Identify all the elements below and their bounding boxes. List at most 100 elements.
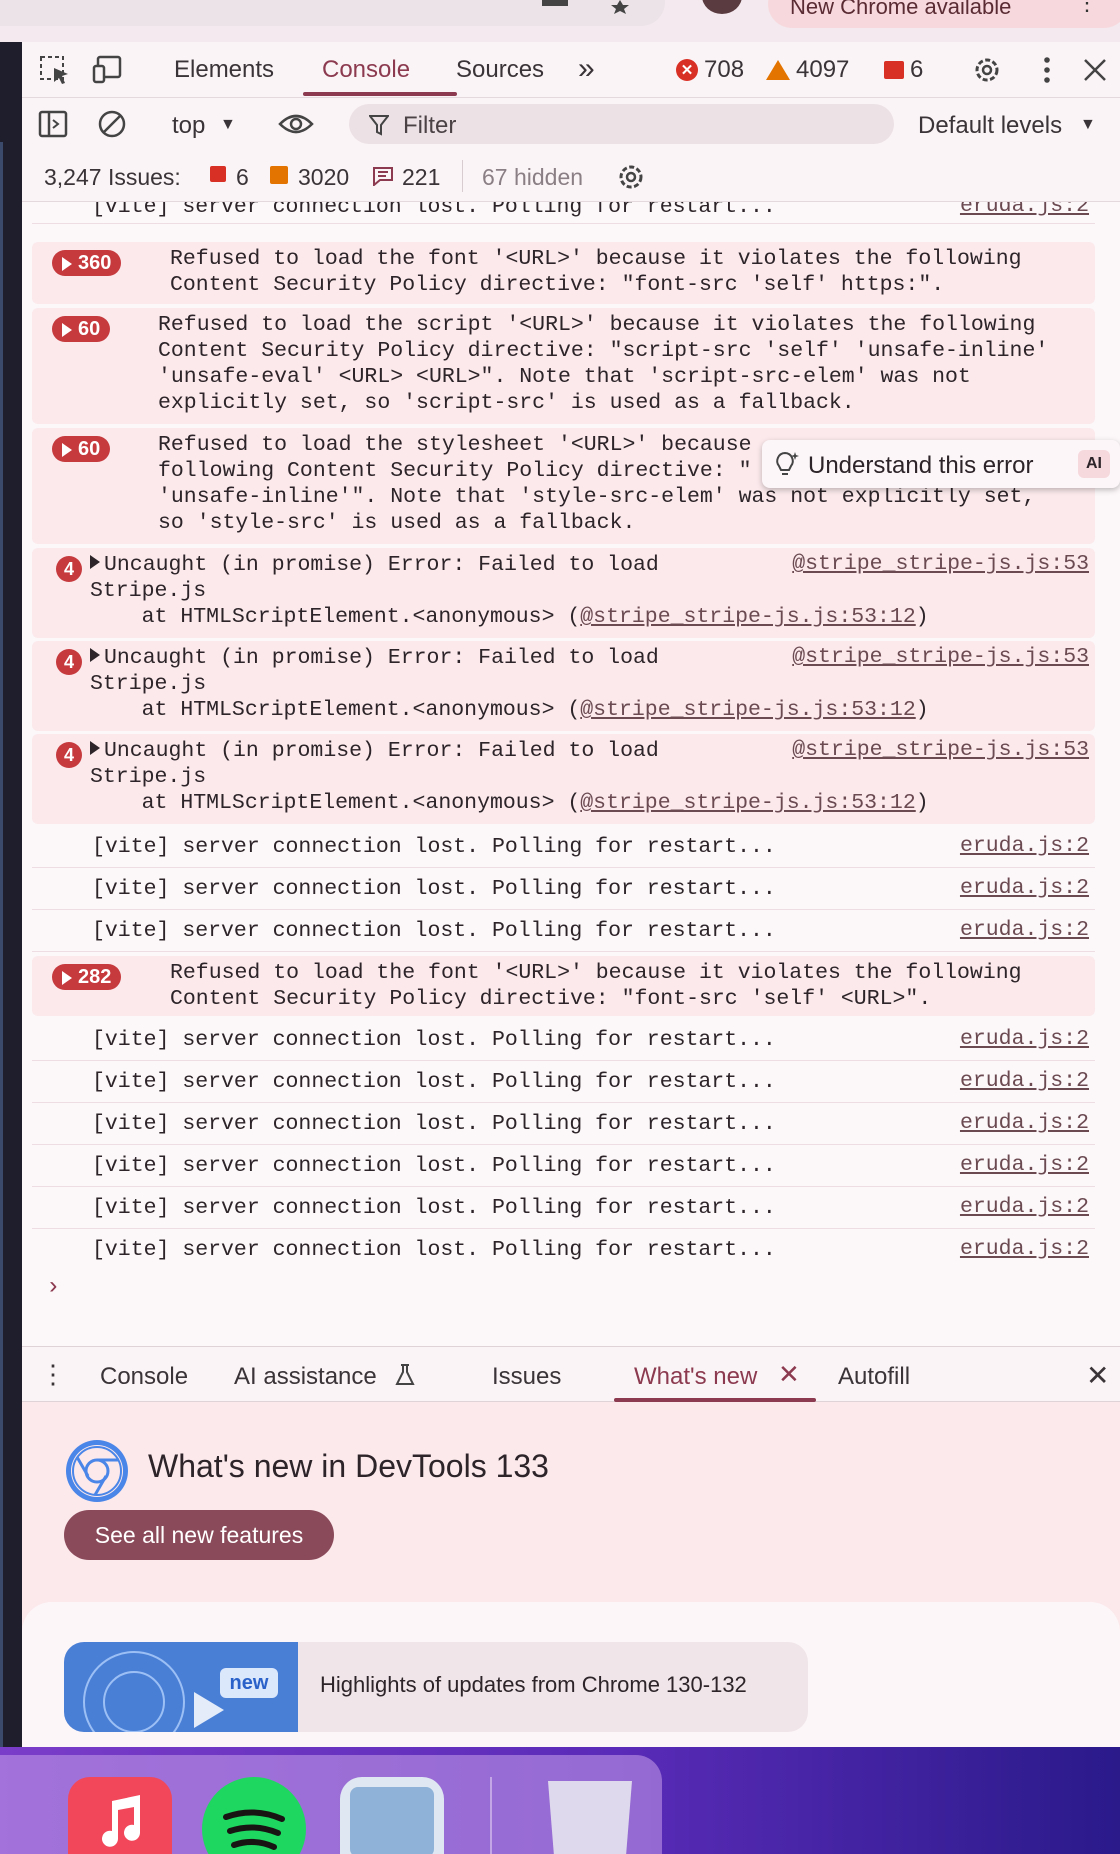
log-source-link[interactable]: eruda.js:2 — [960, 1153, 1089, 1177]
stack-trace-link[interactable]: @stripe_stripe-js.js:53:12 — [580, 605, 915, 629]
profile-avatar[interactable] — [702, 0, 742, 14]
error-message-line[interactable]: Uncaught (in promise) Error: Failed to l… — [90, 645, 659, 672]
log-row[interactable]: [vite] server connection lost. Polling f… — [32, 1103, 1095, 1145]
log-source-link[interactable]: @stripe_stripe-js.js:53 — [792, 552, 1089, 576]
tab-elements[interactable]: Elements — [174, 56, 274, 84]
log-row[interactable]: [vite] server connection lost. Polling f… — [32, 202, 1095, 224]
close-tab-icon[interactable]: ✕ — [778, 1359, 800, 1390]
levels-dropdown-icon[interactable]: ▼ — [1080, 116, 1096, 134]
log-message: [vite] server connection lost. Polling f… — [92, 919, 776, 943]
whats-new-panel: What's new in DevTools 133 See all new f… — [22, 1402, 1120, 1747]
error-message-line[interactable]: Uncaught (in promise) Error: Failed to l… — [90, 552, 659, 579]
expand-triangle-icon[interactable] — [90, 741, 100, 755]
menu-dots-icon[interactable]: ⋮ — [1076, 0, 1098, 16]
close-drawer-icon[interactable]: ✕ — [1086, 1359, 1109, 1392]
expand-triangle-icon[interactable] — [90, 555, 100, 569]
trash-icon[interactable] — [540, 1777, 644, 1854]
log-row[interactable]: [vite] server connection lost. Polling f… — [32, 1061, 1095, 1103]
log-row[interactable]: [vite] server connection lost. Polling f… — [32, 826, 1095, 868]
log-row[interactable]: [vite] server connection lost. Polling f… — [32, 1229, 1095, 1271]
log-source-link[interactable]: @stripe_stripe-js.js:53 — [792, 738, 1089, 762]
clear-console-icon[interactable] — [96, 108, 128, 140]
new-tag: new — [220, 1668, 278, 1698]
live-expression-eye-icon[interactable] — [278, 110, 314, 138]
log-levels-select[interactable]: Default levels — [918, 112, 1062, 140]
repeat-count-badge[interactable]: 60 — [52, 436, 111, 462]
error-message-line: Refused to load the script '<URL>' becau… — [158, 313, 1036, 337]
warning-counter[interactable]: 4097 — [766, 56, 849, 84]
update-chrome-pill[interactable]: New Chrome available ⋮ — [768, 0, 1120, 28]
error-counter[interactable]: ✕ 708 — [676, 56, 744, 84]
log-source-link[interactable]: eruda.js:2 — [960, 1069, 1089, 1093]
log-row[interactable]: [vite] server connection lost. Polling f… — [32, 910, 1095, 952]
error-row[interactable]: 4 Uncaught (in promise) Error: Failed to… — [32, 734, 1095, 824]
drawer-tab-autofill[interactable]: Autofill — [838, 1363, 910, 1391]
filter-input[interactable]: Filter — [349, 104, 894, 144]
log-source-link[interactable]: eruda.js:2 — [960, 202, 1089, 218]
error-row[interactable]: 360 Refused to load the font '<URL>' bec… — [32, 242, 1095, 304]
log-row[interactable]: [vite] server connection lost. Polling f… — [32, 1145, 1095, 1187]
understand-error-tooltip[interactable]: Understand this error AI — [762, 440, 1120, 488]
issue-info-icon — [373, 167, 393, 186]
sidebar-toggle-icon[interactable] — [38, 110, 68, 138]
drawer-tab-issues[interactable]: Issues — [492, 1363, 561, 1391]
error-message-line: Refused to load the font '<URL>' because… — [170, 961, 1022, 985]
drawer-tab-whats-new[interactable]: What's new — [634, 1363, 757, 1391]
error-row[interactable]: 4 Uncaught (in promise) Error: Failed to… — [32, 641, 1095, 731]
drawer-tab-ai-assistance[interactable]: AI assistance — [234, 1363, 377, 1391]
more-options-icon[interactable] — [1030, 54, 1064, 86]
drawer-menu-icon[interactable]: ⋮ — [40, 1359, 66, 1390]
log-source-link[interactable]: eruda.js:2 — [960, 1195, 1089, 1219]
error-row[interactable]: 282 Refused to load the font '<URL>' bec… — [32, 956, 1095, 1016]
preview-app-icon[interactable] — [340, 1777, 444, 1854]
repeat-count-badge[interactable]: 360 — [52, 250, 122, 276]
log-row[interactable]: [vite] server connection lost. Polling f… — [32, 1019, 1095, 1061]
log-source-link[interactable]: eruda.js:2 — [960, 1111, 1089, 1135]
log-source-link[interactable]: eruda.js:2 — [960, 876, 1089, 900]
music-app-icon[interactable] — [68, 1777, 172, 1854]
cast-icon[interactable] — [540, 0, 570, 14]
log-source-link[interactable]: eruda.js:2 — [960, 834, 1089, 858]
log-row[interactable]: [vite] server connection lost. Polling f… — [32, 1187, 1095, 1229]
issue-icon — [884, 61, 904, 79]
log-source-link[interactable]: eruda.js:2 — [960, 1027, 1089, 1051]
see-all-features-button[interactable]: See all new features — [64, 1510, 334, 1560]
more-tabs-icon[interactable]: » — [578, 52, 595, 86]
active-tab-indicator — [303, 92, 457, 96]
warning-count: 4097 — [796, 56, 850, 83]
tab-sources[interactable]: Sources — [456, 56, 544, 84]
error-row[interactable]: 4 Uncaught (in promise) Error: Failed to… — [32, 548, 1095, 638]
devtools-panel: Elements Console Sources » ✕ 708 4097 6 — [22, 42, 1120, 1747]
error-row[interactable]: 60 Refused to load the script '<URL>' be… — [32, 308, 1095, 424]
tab-console[interactable]: Console — [322, 56, 410, 84]
issue-counter[interactable]: 6 — [884, 56, 923, 84]
stack-trace-link[interactable]: @stripe_stripe-js.js:53:12 — [580, 791, 915, 815]
log-source-link[interactable]: eruda.js:2 — [960, 918, 1089, 942]
log-source-link[interactable]: eruda.js:2 — [960, 1237, 1089, 1261]
inspect-element-icon[interactable] — [38, 54, 72, 86]
update-chrome-label: New Chrome available — [790, 0, 1012, 19]
bookmark-star-icon[interactable] — [605, 0, 635, 14]
issues-settings-gear-icon[interactable] — [616, 162, 646, 192]
highlights-card[interactable]: new Highlights of updates from Chrome 13… — [64, 1642, 808, 1732]
issues-summary-bar[interactable]: 3,247 Issues: 6 3020 221 67 hidden — [22, 150, 1120, 202]
repeat-count-badge[interactable]: 282 — [52, 964, 122, 990]
error-message-line[interactable]: Uncaught (in promise) Error: Failed to l… — [90, 738, 659, 765]
repeat-count-dot: 4 — [56, 649, 82, 675]
stack-trace-link[interactable]: @stripe_stripe-js.js:53:12 — [580, 698, 915, 722]
repeat-count-badge[interactable]: 60 — [52, 316, 111, 342]
console-prompt-icon[interactable]: › — [46, 1274, 60, 1301]
warning-icon — [766, 60, 790, 80]
console-toolbar: top ▼ Filter Default levels ▼ — [22, 98, 1120, 150]
log-row[interactable]: [vite] server connection lost. Polling f… — [32, 868, 1095, 910]
expand-triangle-icon[interactable] — [90, 648, 100, 662]
context-selector[interactable]: top — [172, 112, 205, 140]
spotify-app-icon[interactable] — [202, 1777, 306, 1854]
device-toggle-icon[interactable] — [92, 54, 126, 86]
close-devtools-icon[interactable] — [1078, 54, 1112, 86]
settings-gear-icon[interactable] — [970, 54, 1004, 86]
context-dropdown-icon[interactable]: ▼ — [220, 116, 236, 134]
log-source-link[interactable]: @stripe_stripe-js.js:53 — [792, 645, 1089, 669]
error-message-line: Stripe.js — [90, 672, 207, 696]
drawer-tab-console[interactable]: Console — [100, 1363, 188, 1391]
